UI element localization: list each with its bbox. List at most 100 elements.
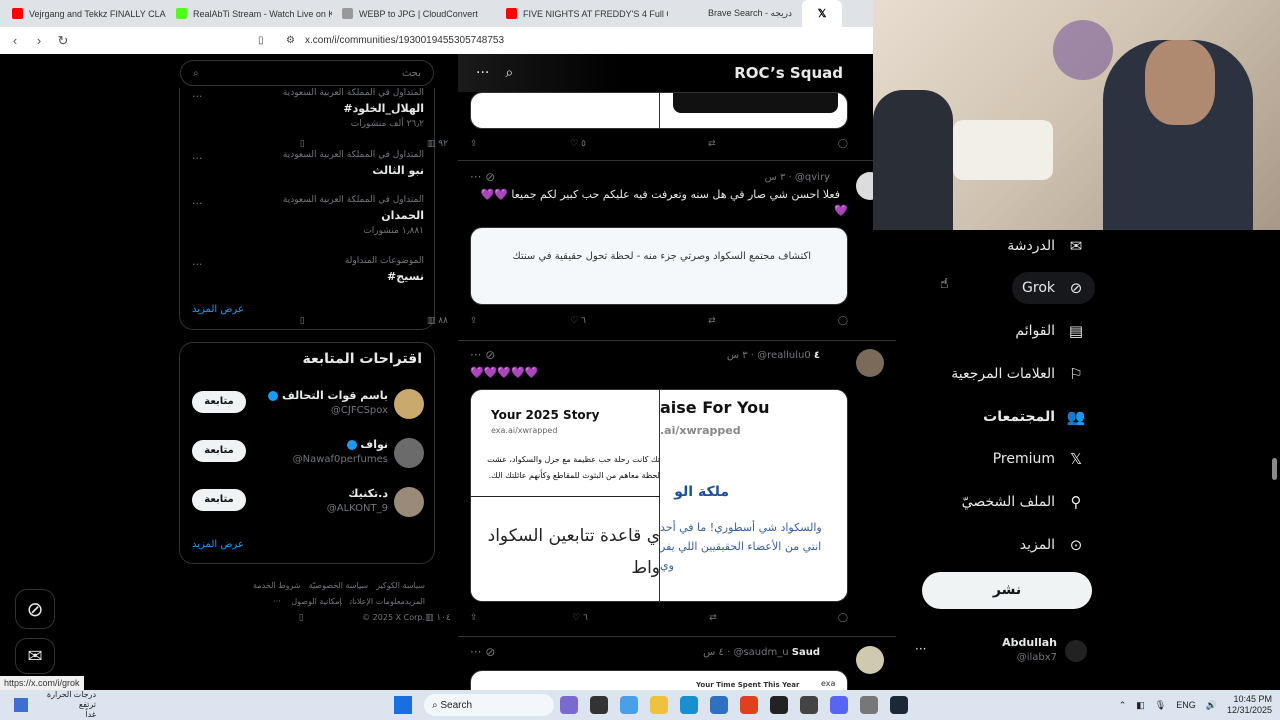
follow-show-more-link[interactable]: عرض المزيد (192, 539, 244, 550)
url-field[interactable]: x.com/i/communities/1930019455305748753 (305, 35, 504, 46)
widgets-icon[interactable] (560, 696, 578, 714)
browser-tab[interactable]: RealAbTi Stream - Watch Live on Kick (168, 0, 332, 27)
more-icon[interactable]: ··· (192, 152, 203, 165)
browser-tab[interactable]: Vejrgang and Tekkz FINALLY CLASH (4, 0, 166, 27)
nav-more[interactable]: المزيد ⊙ (1020, 529, 1085, 561)
avatar[interactable] (856, 349, 884, 377)
tweet-media[interactable]: Your 2025 Story exa.ai/xwrapped تك كانت … (470, 389, 848, 602)
language-indicator[interactable]: ENG (1176, 700, 1196, 710)
volume-icon[interactable]: 🔊 (1206, 700, 1217, 711)
nav-grok[interactable]: Grok ⊘ (1012, 272, 1095, 304)
avatar[interactable] (1065, 640, 1087, 662)
taskbar-search[interactable]: ⌕ Search (424, 694, 554, 716)
avatar[interactable] (394, 389, 424, 419)
bookmark-icon[interactable]: ▯ (300, 139, 305, 153)
windows-start-icon[interactable] (394, 696, 412, 714)
nav-premium[interactable]: Premium 𝕏 (993, 443, 1085, 475)
browser-tab[interactable]: Brave Search - دريجه (670, 0, 800, 27)
bookmark-icon[interactable]: ▯ (299, 613, 304, 627)
tweet-media[interactable]: Your Time Spent This Year exa (470, 670, 848, 690)
brave-icon[interactable] (740, 696, 758, 714)
more-icon[interactable]: ··· ⊘ (470, 170, 495, 184)
edge-icon[interactable] (680, 696, 698, 714)
post-button[interactable]: نشر (922, 572, 1092, 609)
reply-icon[interactable]: ◯ (838, 316, 848, 330)
reply-icon[interactable]: ◯ (838, 613, 848, 627)
chevron-up-icon[interactable]: ⌃ (1119, 700, 1127, 711)
scrollbar[interactable] (1272, 458, 1277, 480)
mic-icon[interactable]: 🎙 (1155, 700, 1166, 711)
like-icon[interactable]: ♡ ٦ (572, 613, 588, 627)
bookmark-icon[interactable]: ▯ (300, 316, 305, 330)
like-icon[interactable]: ♡ ٥ (570, 139, 586, 153)
file-explorer-icon[interactable] (650, 696, 668, 714)
avatar[interactable] (394, 438, 424, 468)
trend-item[interactable]: ··· المتداول في المملكة العربية السعودية #… (180, 88, 436, 138)
terminal-icon[interactable] (770, 696, 788, 714)
avatar[interactable] (856, 646, 884, 674)
footer-link[interactable]: إمكانية الوصول (291, 597, 342, 606)
more-icon[interactable]: ··· ⊘ (470, 348, 495, 362)
retweet-icon[interactable]: ⇄ (708, 139, 716, 153)
network-icon[interactable]: ◧ (1136, 700, 1145, 711)
nav-chat[interactable]: الدردشة ✉ (1007, 230, 1085, 262)
views-icon[interactable]: ▥ ٨٨ (427, 316, 448, 330)
grok-float-button[interactable]: ⊘ (15, 589, 55, 629)
account-switcher[interactable]: ··· Abdullah @ilabx7 (907, 634, 1087, 668)
follow-button[interactable]: متابعة (192, 440, 246, 462)
copilot-icon[interactable] (620, 696, 638, 714)
share-icon[interactable]: ⇪ (470, 139, 478, 153)
retweet-icon[interactable]: ⇄ (709, 613, 717, 627)
more-icon[interactable]: ··· (192, 258, 203, 271)
browser-tab[interactable]: WEBP to JPG | CloudConvert (334, 0, 496, 27)
reload-icon[interactable]: ↻ (56, 33, 70, 49)
trends-show-more-link[interactable]: عرض المزيد (192, 304, 244, 315)
discord-icon[interactable] (830, 696, 848, 714)
more-icon[interactable]: ··· (915, 642, 926, 656)
browser-tab-active[interactable]: 𝕏 (802, 0, 842, 27)
reply-icon[interactable]: ◯ (838, 139, 848, 153)
nav-bookmarks[interactable]: العلامات المرجعية ⚐ (951, 358, 1085, 390)
settings-icon[interactable] (860, 696, 878, 714)
views-icon[interactable]: ▥ ٩٢ (427, 139, 448, 153)
footer-link[interactable]: شروط الخدمة (253, 581, 301, 590)
more-icon[interactable]: ··· ⊘ (470, 645, 495, 659)
tweet-media[interactable]: اكتشاف مجتمع السكواد وصرتي جزء منه - لحظ… (470, 227, 848, 305)
bookmark-page-icon[interactable]: ▯ (258, 35, 264, 46)
search-icon[interactable]: ⌕ (505, 65, 513, 81)
trend-item[interactable]: ··· الموضوعات المتداولة #نسيج (180, 256, 436, 306)
obs-icon[interactable] (800, 696, 818, 714)
search-input[interactable]: ⌕ بحث (180, 60, 434, 86)
browser-tab[interactable]: FIVE NIGHTS AT FREDDY'S 4 Full Gam (498, 0, 668, 27)
follow-suggestion[interactable]: د.تكنيك @ALKONT_9 متابعة (180, 485, 436, 531)
follow-suggestion[interactable]: نواف @Nawaf0perfumes متابعة (180, 436, 436, 482)
weather-icon[interactable] (14, 698, 28, 712)
more-icon[interactable]: ··· (476, 65, 489, 81)
nav-lists[interactable]: القوائم ▤ (1015, 315, 1085, 347)
site-info-icon[interactable]: ⚙ (286, 35, 295, 46)
trend-item[interactable]: ··· المتداول في المملكة العربية السعودية ن… (180, 150, 436, 200)
store-icon[interactable] (710, 696, 728, 714)
follow-button[interactable]: متابعة (192, 391, 246, 413)
steam-icon[interactable] (890, 696, 908, 714)
task-view-icon[interactable] (590, 696, 608, 714)
footer-link[interactable]: معلومات الإعلانات (350, 597, 405, 606)
trend-item[interactable]: ··· المتداول في المملكة العربية السعودية ا… (180, 195, 436, 245)
footer-link[interactable]: سياسة الكوكيز (376, 581, 425, 590)
nav-profile[interactable]: الملف الشخصيّ ⚲ (962, 486, 1085, 518)
tweet-media[interactable] (470, 92, 848, 129)
share-icon[interactable]: ⇪ (470, 316, 478, 330)
avatar[interactable] (394, 487, 424, 517)
share-icon[interactable]: ⇪ (470, 613, 478, 627)
like-icon[interactable]: ♡ ٦ (570, 316, 586, 330)
nav-communities[interactable]: المجتمعات 👥 (983, 401, 1085, 433)
retweet-icon[interactable]: ⇄ (708, 316, 716, 330)
views-icon[interactable]: ▥ ١٠٤ (425, 613, 451, 627)
more-icon[interactable]: ··· (192, 90, 203, 103)
back-icon[interactable]: ‹ (8, 33, 22, 48)
messages-float-button[interactable]: ✉ (15, 638, 55, 674)
footer-link[interactable]: سياسة الخصوصيّة (309, 581, 368, 590)
follow-button[interactable]: متابعة (192, 489, 246, 511)
more-icon[interactable]: ··· (192, 197, 203, 210)
forward-icon[interactable]: › (32, 33, 46, 48)
